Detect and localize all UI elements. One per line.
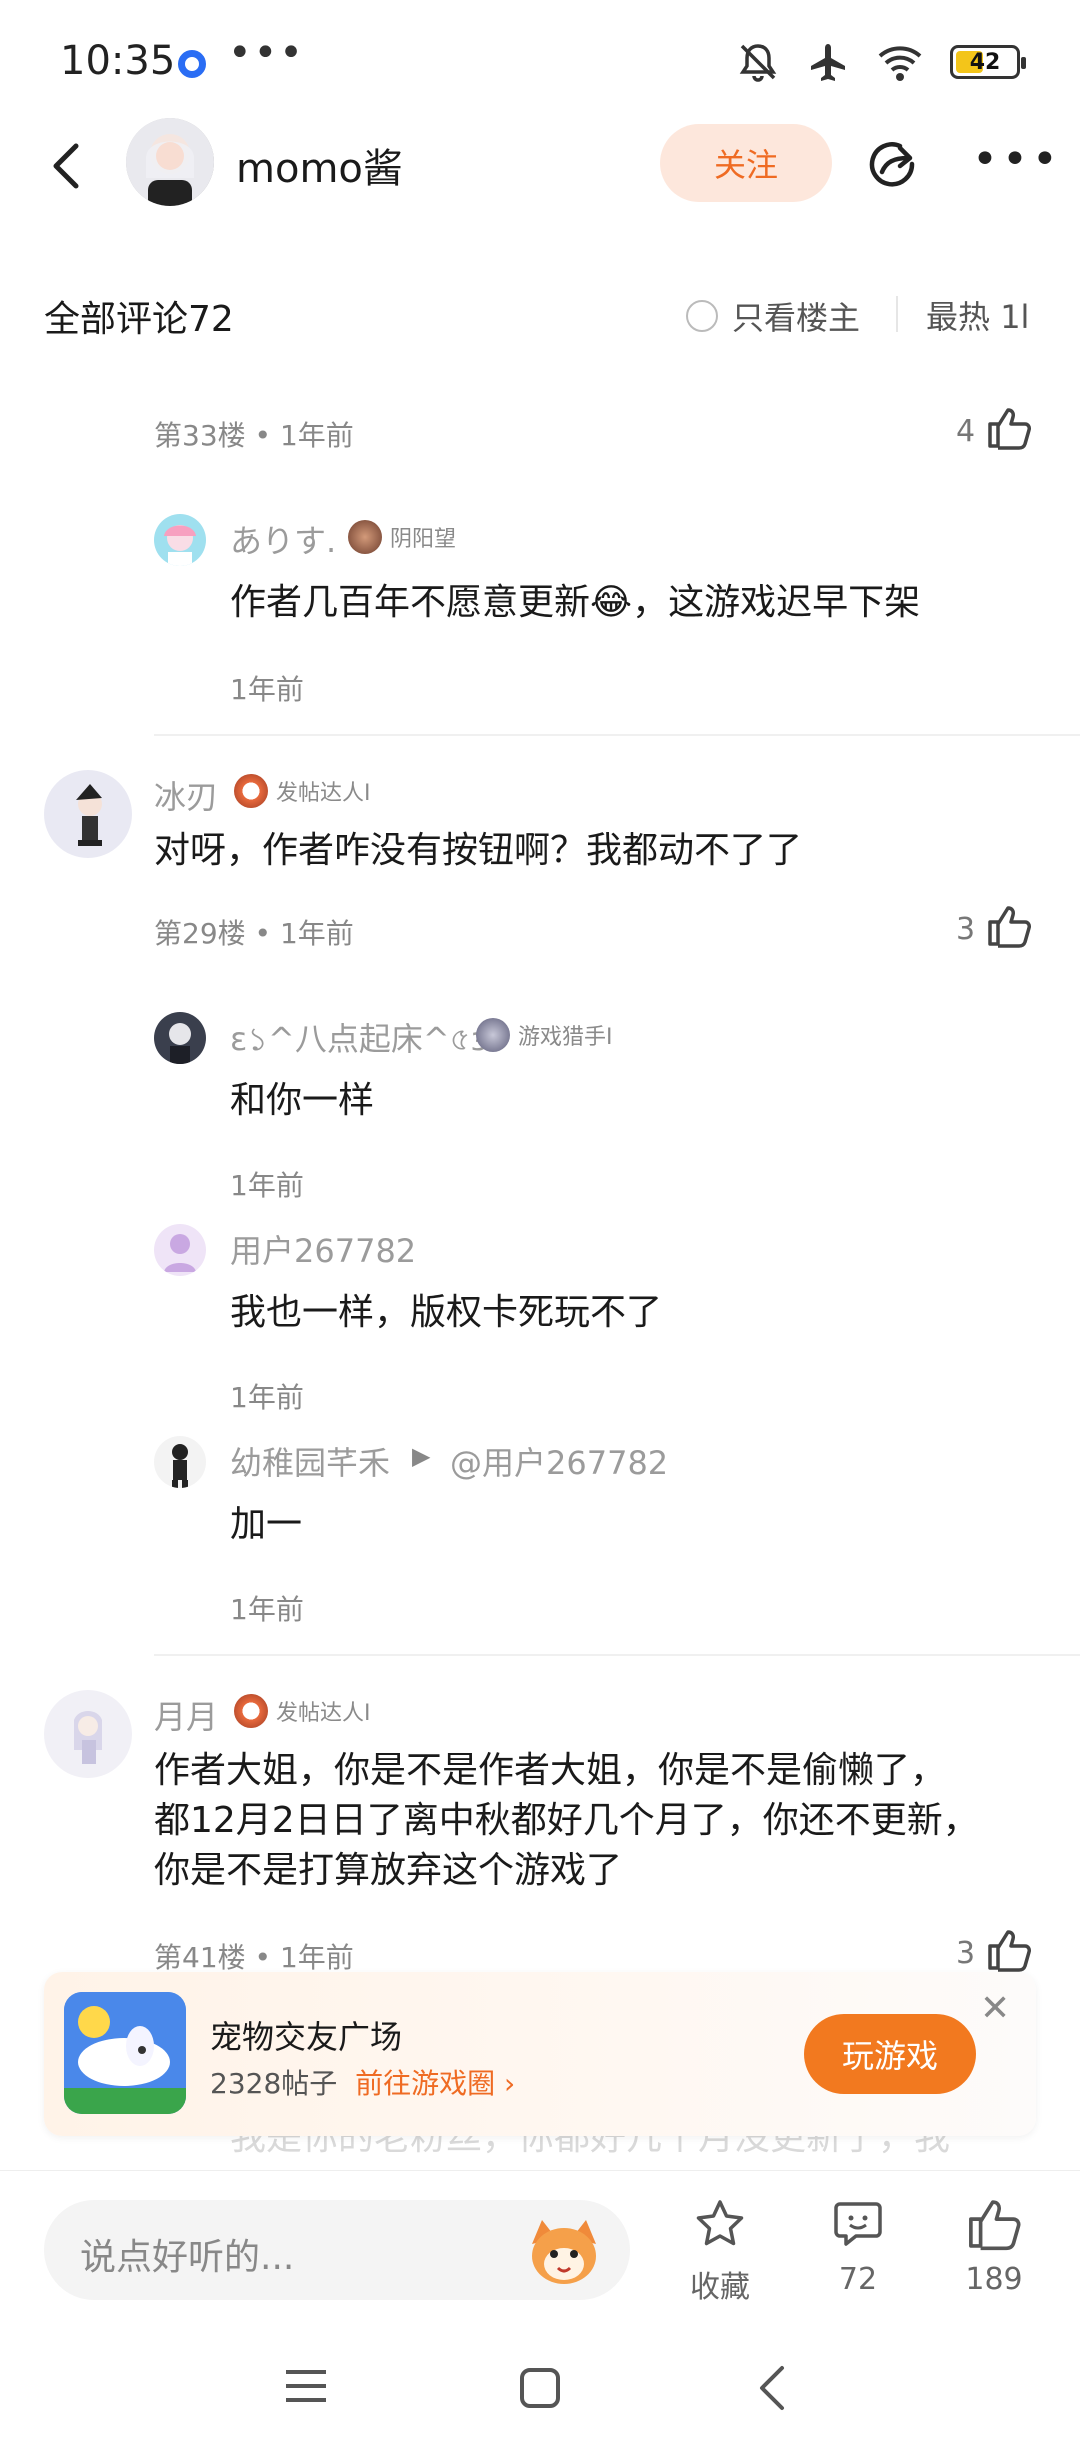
reply-time: 1年前 — [230, 673, 304, 706]
reply-time: 1年前 — [230, 1381, 304, 1414]
like-count: 3 — [956, 912, 976, 947]
comments-count: 72 — [838, 2262, 878, 2297]
divider — [154, 1654, 1080, 1656]
more-menu-icon[interactable]: ••• — [972, 138, 1062, 182]
likes-count: 189 — [965, 2262, 1023, 2297]
reply-text: 加一 — [230, 1504, 303, 1545]
system-nav-bar — [0, 2330, 1080, 2460]
game-icon[interactable] — [64, 1992, 186, 2114]
airplane-icon — [811, 44, 845, 81]
like-post-button[interactable]: 189 — [944, 2196, 1044, 2297]
avatar[interactable] — [154, 1012, 206, 1064]
user-badge: 游戏猎手I — [476, 1018, 613, 1052]
badge-icon — [348, 520, 382, 554]
avatar[interactable] — [44, 1690, 132, 1778]
game-circle-link[interactable]: 前往游戏圈 — [355, 2067, 495, 2100]
play-game-button[interactable]: 玩游戏 — [804, 2014, 976, 2094]
user-badge: 发帖达人I — [234, 774, 371, 808]
star-icon — [696, 2200, 744, 2246]
floor-meta: 第29楼 • 1年前 — [154, 917, 354, 950]
badge-icon — [234, 1694, 268, 1728]
status-time: 10:35 — [60, 38, 176, 84]
back-icon[interactable] — [46, 140, 86, 192]
owner-only-toggle[interactable]: 只看楼主 — [686, 293, 860, 339]
reply-time: 1年前 — [230, 1169, 304, 1202]
comment-input[interactable]: 说点好听的... — [44, 2200, 630, 2300]
user-badge: 发帖达人I — [234, 1694, 371, 1728]
badge-label: 阴阳望 — [390, 527, 457, 552]
comment-text-line: 作者大姐，你是不是作者大姐，你是不是偷懒了， — [154, 1750, 947, 1791]
status-more-icon: ••• — [228, 30, 305, 76]
reply-arrow-icon: ▶ — [412, 1442, 431, 1470]
reply-text: 我也一样，版权卡死玩不了 — [230, 1292, 663, 1333]
mascot-emoji-icon[interactable] — [524, 2214, 604, 2286]
floor-meta: 第41楼 • 1年前 — [154, 1941, 354, 1974]
comment-bubble-icon — [834, 2202, 882, 2246]
menu-icon[interactable] — [284, 2366, 328, 2406]
author-avatar[interactable] — [126, 118, 214, 206]
reply-text: 作者几百年不愿意更新😂，这游戏迟早下架 — [230, 582, 921, 623]
comment-text-line: 你是不是打算放弃这个游戏了 — [154, 1850, 623, 1891]
collect-button[interactable]: 收藏 — [670, 2196, 770, 2306]
share-icon[interactable] — [866, 136, 922, 192]
reply-author[interactable]: 用户267782 — [230, 1226, 416, 1272]
like-count: 4 — [956, 414, 976, 449]
collect-label: 收藏 — [690, 2270, 750, 2305]
sort-dropdown[interactable]: 最热 1l — [926, 292, 1029, 338]
battery-icon: 42 — [950, 45, 1026, 79]
divider — [154, 734, 1080, 736]
avatar[interactable] — [154, 1436, 206, 1488]
status-bar: 10:35 ••• 42 — [0, 0, 1080, 120]
avatar[interactable] — [154, 514, 206, 566]
like-icon[interactable] — [986, 904, 1032, 948]
user-badge: 阴阳望 — [348, 520, 456, 554]
comment-text: 对呀，作者咋没有按钮啊？我都动不了了 — [154, 830, 803, 871]
comment-text-line: 都12月2日日了离中秋都好几个月了，你还不更新， — [154, 1800, 979, 1841]
status-icons: 42 — [736, 40, 1026, 84]
like-icon[interactable] — [986, 406, 1032, 450]
avatar[interactable] — [44, 770, 132, 858]
home-icon[interactable] — [518, 2366, 562, 2410]
divider — [896, 296, 898, 332]
reply-author[interactable]: ɛ১^八点起床^৫з — [230, 1014, 487, 1068]
battery-level: 42 — [969, 49, 1001, 75]
avatar[interactable] — [154, 1224, 206, 1276]
like-icon[interactable] — [986, 1928, 1032, 1972]
game-subtitle: 2328帖子 前往游戏圈 › — [210, 2062, 515, 2102]
badge-label: 发帖达人I — [276, 1701, 371, 1726]
reply-time: 1年前 — [230, 1593, 304, 1626]
wifi-icon — [878, 46, 922, 81]
badge-icon — [476, 1018, 510, 1052]
sort-label: 最热 — [926, 298, 991, 336]
close-icon[interactable]: ✕ — [980, 1988, 1010, 2029]
comment-author[interactable]: 冰刃 — [154, 772, 218, 818]
game-title: 宠物交友广场 — [210, 2018, 403, 2056]
reply-author[interactable]: ありす. — [230, 516, 336, 562]
back-nav-icon[interactable] — [756, 2364, 788, 2412]
reply-to-user[interactable]: @用户267782 — [450, 1438, 668, 1484]
owner-only-label: 只看楼主 — [732, 299, 861, 337]
badge-label: 游戏猎手I — [518, 1025, 613, 1050]
all-comments-title: 全部评论72 — [44, 299, 234, 340]
mute-icon — [739, 44, 777, 82]
comment-author[interactable]: 月月 — [154, 1692, 218, 1738]
game-posts-count: 2328帖子 — [210, 2067, 338, 2100]
chevron-right-icon: › — [495, 2067, 516, 2100]
like-count: 3 — [956, 1936, 976, 1971]
comments-button[interactable]: 72 — [808, 2196, 908, 2297]
reply-author[interactable]: 幼稚园芊禾 — [230, 1438, 390, 1484]
game-banner[interactable]: 宠物交友广场 2328帖子 前往游戏圈 › 玩游戏 ✕ — [44, 1972, 1036, 2136]
reply-text: 和你一样 — [230, 1080, 375, 1121]
radio-icon[interactable] — [686, 300, 718, 332]
comment-input-placeholder: 说点好听的... — [80, 2237, 295, 2278]
floor-meta: 第33楼 • 1年前 — [154, 419, 354, 452]
thumbs-up-icon — [969, 2200, 1021, 2251]
sort-suffix: 1l — [1000, 298, 1030, 336]
badge-label: 发帖达人I — [276, 781, 371, 806]
app-notification-icon — [178, 50, 206, 78]
badge-icon — [234, 774, 268, 808]
author-name[interactable]: momo酱 — [236, 136, 403, 194]
follow-button[interactable]: 关注 — [660, 124, 832, 202]
